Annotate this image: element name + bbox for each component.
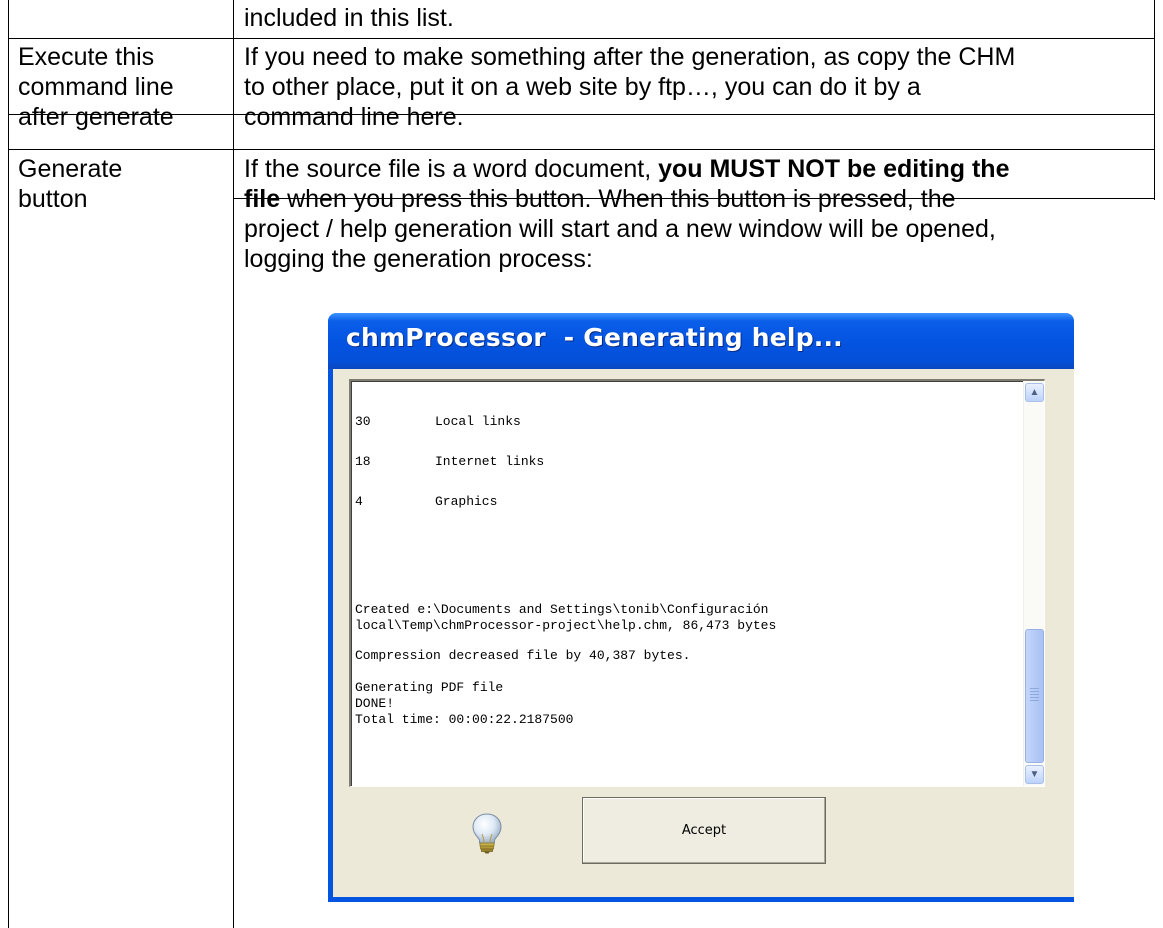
scroll-down-arrow-icon[interactable]: ▼ bbox=[1025, 765, 1044, 784]
generating-help-window: chmProcessor - Generating help... 30 Loc… bbox=[328, 313, 1074, 902]
description-text: when you press this button. When this bu… bbox=[280, 185, 956, 213]
row-generate-description-line: If the source file is a word document, y… bbox=[244, 154, 1152, 184]
table-row-divider bbox=[8, 149, 1155, 150]
log-stat-count: 18 bbox=[355, 454, 371, 469]
window-client-area: 30 Local links 18 Internet links 4 Graph… bbox=[333, 369, 1074, 897]
table-column-divider bbox=[233, 0, 234, 928]
window-title: chmProcessor - Generating help... bbox=[346, 323, 843, 352]
table-left-border bbox=[8, 0, 9, 928]
scrollbar-thumb[interactable] bbox=[1025, 629, 1044, 763]
accept-button[interactable]: Accept bbox=[582, 797, 826, 864]
log-stat-count: 4 bbox=[355, 494, 363, 509]
row-execute-description-line: If you need to make something after the … bbox=[244, 43, 1016, 71]
log-vertical-scrollbar[interactable]: ▲ ▼ bbox=[1023, 381, 1044, 786]
scroll-up-arrow-icon[interactable]: ▲ bbox=[1025, 383, 1044, 402]
lightbulb-icon bbox=[470, 812, 504, 854]
log-stat-count: 30 bbox=[355, 414, 371, 429]
row-execute-description-line: command line here. bbox=[244, 103, 464, 131]
log-stat-label: Internet links bbox=[435, 454, 545, 469]
generation-log-textbox[interactable]: 30 Local links 18 Internet links 4 Graph… bbox=[349, 379, 1045, 787]
row-execute-label-line: command line bbox=[18, 73, 174, 101]
description-bold-warning: you MUST NOT be editing the bbox=[658, 155, 1010, 183]
row-generate-description-line: project / help generation will start and… bbox=[244, 215, 996, 243]
row-generate-description-line: logging the generation process: bbox=[244, 245, 593, 273]
row-execute-description-line: to other place, put it on a web site by … bbox=[244, 73, 921, 101]
row-execute-label-line: Execute this bbox=[18, 43, 155, 71]
row-generate-label-line: button bbox=[18, 185, 88, 213]
scrollbar-grip-icon bbox=[1030, 688, 1039, 702]
description-bold-warning: file bbox=[244, 185, 281, 213]
row-execute-label-line: after generate bbox=[18, 103, 174, 131]
row-continued-description: included in this list. bbox=[244, 4, 454, 32]
window-titlebar[interactable]: chmProcessor - Generating help... bbox=[328, 313, 1074, 369]
log-stat-label: Graphics bbox=[435, 494, 498, 509]
table-right-border bbox=[1154, 0, 1155, 200]
log-stat-label: Local links bbox=[435, 414, 521, 429]
row-generate-description-line: file when you press this button. When th… bbox=[244, 184, 1152, 214]
log-line: Created e:\Documents and Settings\tonib\… bbox=[355, 602, 769, 617]
log-line: Generating PDF file bbox=[355, 680, 504, 695]
table-row-divider bbox=[8, 38, 1155, 39]
log-line: local\Temp\chmProcessor-project\help.chm… bbox=[355, 618, 777, 633]
log-line: Compression decreased file by 40,387 byt… bbox=[355, 648, 691, 663]
log-line: Total time: 00:00:22.2187500 bbox=[355, 712, 574, 727]
window-frame-bottom bbox=[328, 897, 1074, 902]
description-text: If the source file is a word document, bbox=[244, 155, 659, 183]
row-generate-label-line: Generate bbox=[18, 155, 123, 183]
log-line: DONE! bbox=[355, 696, 395, 711]
